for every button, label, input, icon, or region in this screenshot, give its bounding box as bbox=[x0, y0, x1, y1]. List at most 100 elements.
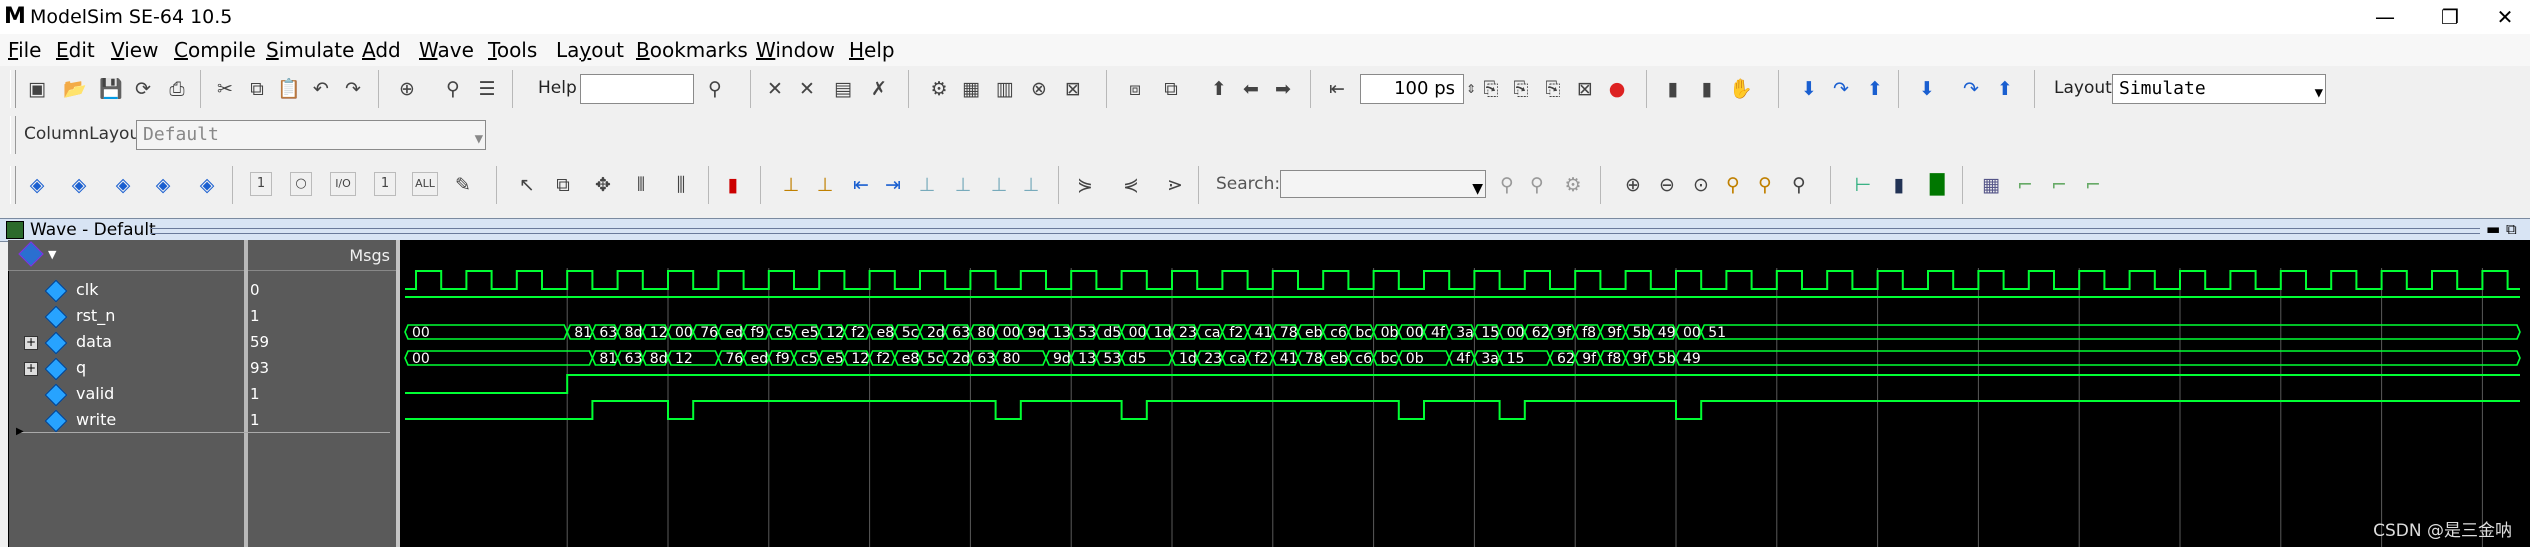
radix-1-icon[interactable]: 1 bbox=[250, 172, 272, 196]
cursor-range-icon[interactable]: ⊥ bbox=[1018, 172, 1044, 198]
radix-o-icon[interactable]: ○ bbox=[290, 172, 312, 196]
performance-icon[interactable]: ▮ bbox=[1660, 76, 1686, 102]
radix-io-icon[interactable]: I/O bbox=[330, 172, 356, 196]
forward-arrow-icon[interactable]: ➡ bbox=[1270, 76, 1296, 102]
menu-compile[interactable]: Compile bbox=[174, 38, 256, 62]
expand-time-icon[interactable]: ⋟ bbox=[1072, 172, 1098, 198]
step-over-2-icon[interactable]: ↷ bbox=[1958, 76, 1984, 102]
expand-plus-icon[interactable]: + bbox=[24, 336, 38, 350]
menu-help[interactable]: Help bbox=[849, 38, 895, 62]
compile-all-icon[interactable]: ✗ bbox=[866, 76, 892, 102]
zoom-cursor-icon[interactable]: ⚲ bbox=[1720, 172, 1746, 198]
search-backward-icon[interactable]: ⚲ bbox=[1524, 172, 1550, 198]
display-mode-3-icon[interactable]: ⌐ bbox=[2046, 172, 2072, 198]
print-icon[interactable]: ⎙ bbox=[164, 76, 190, 102]
select-pointer-icon[interactable]: ↖ bbox=[514, 172, 540, 198]
memory-profile-icon[interactable]: ▮ bbox=[1694, 76, 1720, 102]
menu-view[interactable]: View bbox=[111, 38, 158, 62]
cut-icon[interactable]: ✂ bbox=[212, 76, 238, 102]
open-folder-icon[interactable]: 📂 bbox=[62, 76, 88, 102]
breakpoint-icon[interactable]: ▮ bbox=[720, 172, 746, 198]
back-arrow-icon[interactable]: ⬅ bbox=[1238, 76, 1264, 102]
radix-box-icon[interactable]: 1 bbox=[374, 172, 396, 196]
column-layout-select[interactable]: Default ▼ bbox=[136, 120, 486, 150]
environment-icon[interactable]: ⧉ bbox=[1158, 76, 1184, 102]
memory-icon[interactable]: ▥ bbox=[992, 76, 1018, 102]
help-search-icon[interactable]: ⚲ bbox=[702, 76, 728, 102]
hierarchy-icon[interactable]: ⧈ bbox=[1122, 76, 1148, 102]
edit-wave-icon[interactable]: ⫴ bbox=[628, 172, 654, 198]
insert-cursor-icon[interactable]: ⊥ bbox=[778, 172, 804, 198]
zoom-out-icon[interactable]: ⊖ bbox=[1654, 172, 1680, 198]
end-sim-icon[interactable]: ⊠ bbox=[1060, 76, 1086, 102]
eraser-icon[interactable]: ✎ bbox=[450, 172, 476, 198]
signal-filter-icon[interactable] bbox=[18, 241, 44, 267]
zoom-full-icon[interactable]: ⊙ bbox=[1688, 172, 1714, 198]
restart-sim-icon[interactable]: ⇤ bbox=[1324, 76, 1350, 102]
radix-all-icon[interactable]: ALL bbox=[412, 172, 438, 196]
close-button[interactable]: ✕ bbox=[2480, 2, 2530, 32]
cursor-lock-icon[interactable]: ⊥ bbox=[914, 172, 940, 198]
menu-tools[interactable]: Tools bbox=[488, 38, 537, 62]
step-into-icon[interactable]: ⬇ bbox=[1914, 76, 1940, 102]
help-search-input[interactable] bbox=[580, 74, 694, 104]
wave-search-input[interactable]: ▼ bbox=[1280, 170, 1486, 198]
display-mode-1-icon[interactable]: ▦ bbox=[1978, 172, 2004, 198]
cursor-prev-edge-icon[interactable]: ⇤ bbox=[848, 172, 874, 198]
pan-icon[interactable]: ✥ bbox=[590, 172, 616, 198]
menu-window[interactable]: Window bbox=[756, 38, 835, 62]
cursor-snap-icon[interactable]: ⊥ bbox=[950, 172, 976, 198]
reload-icon[interactable]: ⟳ bbox=[130, 76, 156, 102]
step-out-icon[interactable]: ⬆ bbox=[1862, 76, 1888, 102]
step-over-icon[interactable]: ↷ bbox=[1828, 76, 1854, 102]
add-log-icon[interactable]: ◈ bbox=[194, 172, 220, 198]
menu-wave[interactable]: Wave bbox=[419, 38, 474, 62]
menu-edit[interactable]: Edit bbox=[56, 38, 95, 62]
restart-icon[interactable]: ✕ bbox=[794, 76, 820, 102]
new-file-icon[interactable]: ▣ bbox=[24, 76, 50, 102]
stretch-icon[interactable]: ⫼ bbox=[668, 172, 694, 198]
delete-cursor-icon[interactable]: ⊥ bbox=[812, 172, 838, 198]
filter-dropdown-icon[interactable]: ▼ bbox=[48, 248, 56, 261]
undock-pane-icon[interactable]: ⧉ bbox=[2506, 220, 2517, 238]
step-icon[interactable]: ⬇ bbox=[1796, 76, 1822, 102]
add-dataflow-icon[interactable]: ◈ bbox=[110, 172, 136, 198]
display-mode-2-icon[interactable]: ⌐ bbox=[2012, 172, 2038, 198]
add-icon[interactable]: ⊕ bbox=[394, 76, 420, 102]
break-run-icon[interactable]: ⊠ bbox=[1572, 76, 1598, 102]
search-forward-icon[interactable]: ⚲ bbox=[1494, 172, 1520, 198]
add-wave-icon[interactable]: ◈ bbox=[24, 172, 50, 198]
expand-plus-icon[interactable]: + bbox=[24, 362, 38, 376]
paste-icon[interactable]: 📋 bbox=[276, 76, 302, 102]
waveform-canvas[interactable]: 00 81 63 8d 12 00 76 ed f9 c5 e5 12 f2 e8 5c 2d 63 80 00 9d… bbox=[400, 240, 2530, 547]
stop-icon[interactable]: ● bbox=[1604, 76, 1630, 102]
layout-select[interactable]: Simulate ▼ bbox=[2112, 74, 2326, 104]
menu-add[interactable]: Add bbox=[362, 38, 401, 62]
step-out-2-icon[interactable]: ⬆ bbox=[1992, 76, 2018, 102]
zoom-mode-icon[interactable]: ⧉ bbox=[550, 172, 576, 198]
hand-icon[interactable]: ✋ bbox=[1728, 76, 1754, 102]
undo-icon[interactable]: ↶ bbox=[308, 76, 334, 102]
break-sim-icon[interactable]: ⊗ bbox=[1026, 76, 1052, 102]
search-options-icon[interactable]: ⚙ bbox=[1560, 172, 1586, 198]
add-list-icon[interactable]: ◈ bbox=[66, 172, 92, 198]
header-grip[interactable] bbox=[150, 228, 2480, 234]
run-length-field[interactable]: 100 ps bbox=[1360, 74, 1464, 104]
simulate-icon[interactable]: ⚙ bbox=[926, 76, 952, 102]
simulate-settings-icon[interactable]: ▦ bbox=[958, 76, 984, 102]
menu-bookmarks[interactable]: Bookmarks bbox=[636, 38, 748, 62]
run-icon[interactable]: ⎘ bbox=[1478, 76, 1504, 102]
up-arrow-icon[interactable]: ⬆ bbox=[1206, 76, 1232, 102]
continue-run-icon[interactable]: ⎘ bbox=[1508, 76, 1534, 102]
copy-icon[interactable]: ⧉ bbox=[244, 76, 270, 102]
signal-row-q[interactable]: + q bbox=[8, 357, 244, 383]
cursor-goto-icon[interactable]: ⊥ bbox=[986, 172, 1012, 198]
add-watch-icon[interactable]: ◈ bbox=[150, 172, 176, 198]
list-icon[interactable]: ☰ bbox=[474, 76, 500, 102]
collapse-time-icon[interactable]: ⋞ bbox=[1118, 172, 1144, 198]
wave-format-3-icon[interactable]: █ bbox=[1924, 172, 1950, 198]
signal-row-data[interactable]: + data bbox=[8, 331, 244, 357]
minimize-pane-icon[interactable]: ▬ bbox=[2486, 220, 2500, 238]
wave-format-1-icon[interactable]: ⊢ bbox=[1850, 172, 1876, 198]
signal-row-rst_n[interactable]: rst_n bbox=[8, 305, 244, 331]
